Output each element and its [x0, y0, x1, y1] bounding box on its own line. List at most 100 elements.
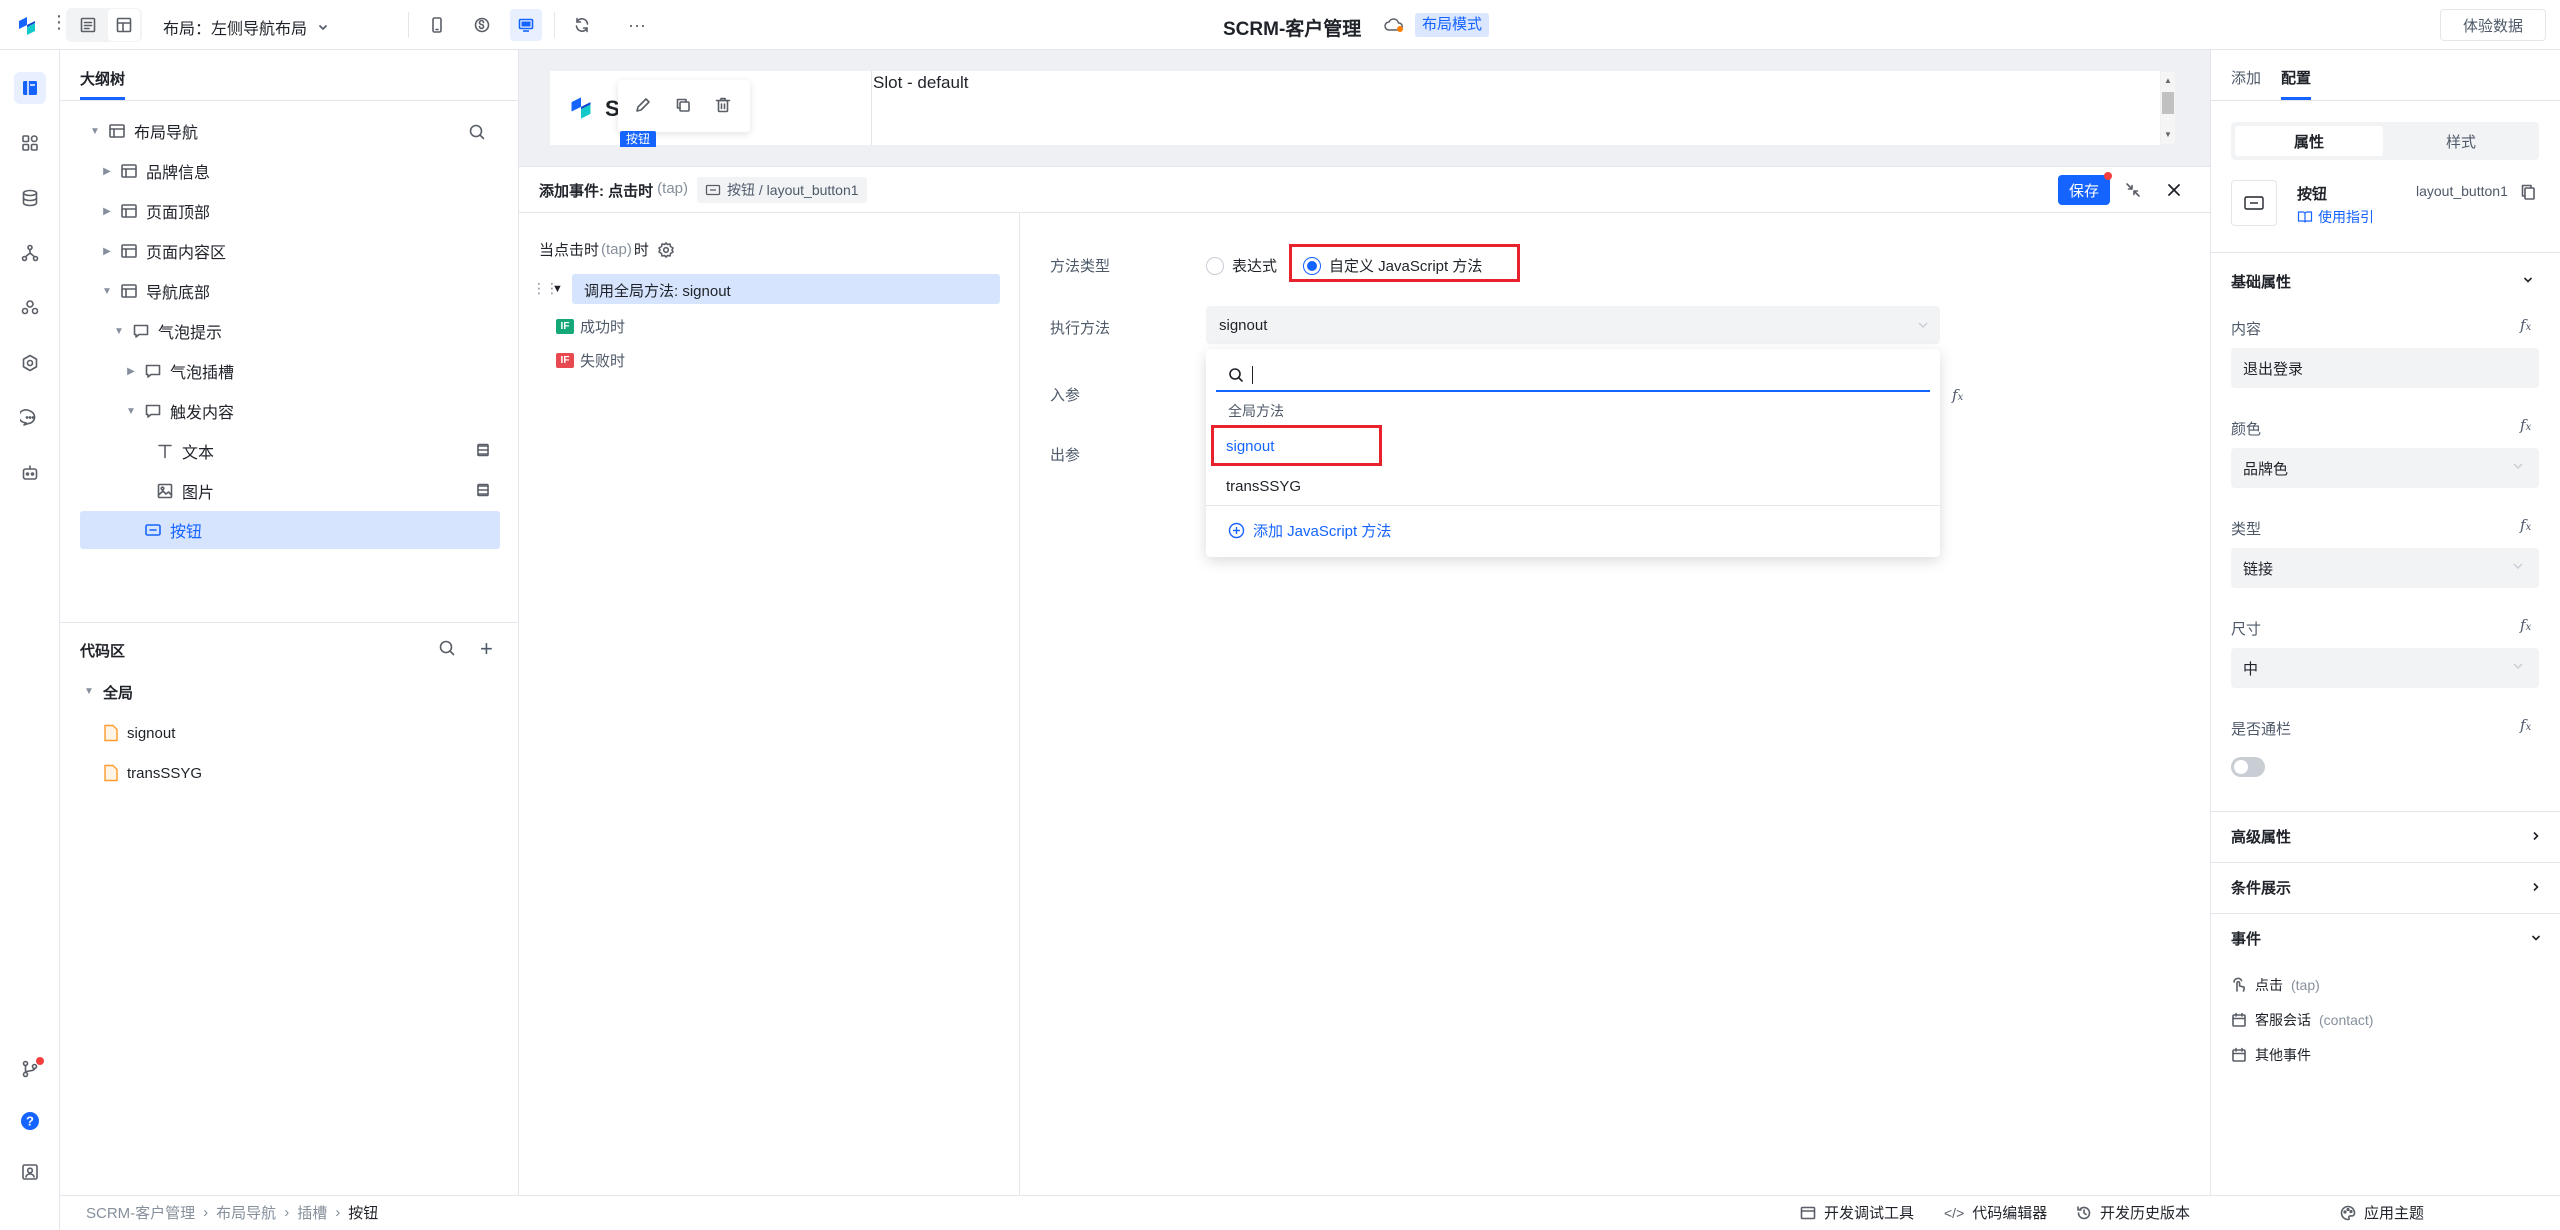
save-button[interactable]: 保存	[2058, 175, 2110, 205]
trigger-settings-icon[interactable]	[657, 241, 675, 259]
more-icon[interactable]: ···	[621, 9, 653, 41]
caret-down-icon[interactable]: ▼	[100, 284, 114, 298]
event-other[interactable]: 其他事件	[2231, 1045, 2311, 1065]
dropdown-option-transssyg[interactable]: transSSYG	[1216, 470, 1930, 502]
tree-item[interactable]: ▼ 触发内容	[80, 391, 500, 431]
dropdown-search[interactable]	[1216, 360, 1930, 392]
dev-tools-button[interactable]: 开发调试工具	[1800, 1202, 1914, 1223]
tab-config[interactable]: 配置	[2281, 67, 2311, 88]
tab-add[interactable]: 添加	[2231, 67, 2261, 88]
fx-icon[interactable]: fx	[2520, 516, 2531, 534]
type-select[interactable]: 链接	[2231, 548, 2539, 588]
layout-view-icon[interactable]	[108, 9, 140, 41]
radio-custom-js[interactable]: 自定义 JavaScript 方法	[1303, 255, 1482, 276]
layout-selector[interactable]: 布局：左侧导航布局	[163, 15, 329, 39]
success-branch[interactable]: IF 成功时	[556, 316, 625, 337]
segment-style[interactable]: 样式	[2387, 126, 2535, 156]
settings-hex-icon[interactable]	[14, 347, 46, 379]
mobile-preview-icon[interactable]	[421, 9, 453, 41]
caret-right-icon[interactable]: ▶	[100, 164, 114, 178]
condition-display-section[interactable]: 条件展示	[2210, 862, 2560, 912]
fx-icon[interactable]: fx	[2520, 716, 2531, 734]
git-branch-icon[interactable]	[14, 1053, 46, 1085]
miniapp-preview-icon[interactable]	[466, 9, 498, 41]
radio-expression[interactable]: 表达式	[1206, 255, 1277, 276]
fx-icon[interactable]: fx	[1952, 386, 1963, 404]
color-select[interactable]: 品牌色	[2231, 448, 2539, 488]
events-section[interactable]: 事件	[2210, 913, 2560, 963]
mode-badge[interactable]: 布局模式	[1415, 13, 1490, 37]
layer-handle-icon[interactable]	[476, 443, 490, 457]
code-file-transssyg[interactable]: transSSYG	[103, 764, 202, 782]
canvas-scrollbar[interactable]: ▲ ▼	[2161, 72, 2175, 144]
basic-props-title[interactable]: 基础属性	[2231, 271, 2291, 292]
tree-item[interactable]: ▼ 气泡提示	[80, 311, 500, 351]
fx-icon[interactable]: fx	[2520, 616, 2531, 634]
tree-item[interactable]: 图片	[80, 471, 500, 511]
event-contact[interactable]: 客服会话 (contact)	[2231, 1010, 2373, 1030]
fx-icon[interactable]: fx	[2520, 416, 2531, 434]
breadcrumb-item[interactable]: 布局导航	[216, 1202, 276, 1223]
full-width-toggle[interactable]	[2231, 757, 2265, 777]
collapse-icon[interactable]	[2124, 181, 2142, 199]
fx-icon[interactable]: fx	[2520, 316, 2531, 334]
caret-right-icon[interactable]: ▶	[100, 244, 114, 258]
tree-item[interactable]: ▼ 布局导航	[80, 111, 500, 151]
chat-icon[interactable]	[14, 402, 46, 434]
exec-method-select[interactable]: signout	[1206, 306, 1940, 344]
caret-right-icon[interactable]: ▶	[124, 364, 138, 378]
copy-icon[interactable]	[674, 96, 692, 114]
tree-item[interactable]: ▶ 页面内容区	[80, 231, 500, 271]
tree-item[interactable]: 文本	[80, 431, 500, 471]
event-tap[interactable]: 点击 (tap)	[2231, 975, 2320, 995]
caret-down-icon[interactable]: ▼	[88, 124, 102, 138]
code-search-icon[interactable]	[438, 639, 456, 657]
tree-item[interactable]: ▶ 气泡插槽	[80, 351, 500, 391]
chevron-down-icon[interactable]	[2522, 274, 2534, 286]
fail-branch[interactable]: IF 失败时	[556, 350, 625, 371]
code-editor-button[interactable]: </> 代码编辑器	[1944, 1202, 2047, 1223]
tree-search-icon[interactable]	[468, 123, 486, 141]
add-code-icon[interactable]: +	[480, 636, 493, 662]
pc-preview-icon[interactable]	[510, 9, 542, 41]
workflow-icon[interactable]	[14, 237, 46, 269]
caret-down-icon[interactable]: ▼	[84, 686, 94, 697]
caret-down-icon[interactable]: ▼	[124, 404, 138, 418]
code-group-global[interactable]: 全局	[103, 682, 133, 703]
caret-down-icon[interactable]: ▼	[112, 324, 126, 338]
outline-tree-icon[interactable]	[14, 72, 46, 104]
close-icon[interactable]	[2165, 181, 2183, 199]
tree-item[interactable]: ▶ 品牌信息	[80, 151, 500, 191]
refresh-icon[interactable]	[566, 9, 598, 41]
segment-props[interactable]: 属性	[2235, 126, 2383, 156]
caret-down-icon[interactable]: ▼	[552, 283, 563, 295]
caret-right-icon[interactable]: ▶	[100, 204, 114, 218]
user-card-icon[interactable]	[14, 1156, 46, 1188]
history-button[interactable]: 开发历史版本	[2076, 1202, 2190, 1223]
robot-icon[interactable]	[14, 457, 46, 489]
outline-view-icon[interactable]	[72, 9, 104, 41]
help-icon[interactable]: ?	[14, 1105, 46, 1137]
edit-icon[interactable]	[634, 96, 652, 114]
usage-guide-link[interactable]: 使用指引	[2297, 207, 2374, 227]
breadcrumb-item[interactable]: SCRM-客户管理	[86, 1202, 195, 1223]
add-js-method-button[interactable]: 添加 JavaScript 方法	[1228, 520, 1391, 541]
outline-tree-tab[interactable]: 大纲树	[80, 68, 125, 89]
content-input[interactable]: 退出登录	[2231, 348, 2539, 388]
components-icon[interactable]	[14, 127, 46, 159]
theme-button[interactable]: 应用主题	[2340, 1202, 2424, 1223]
code-file-signout[interactable]: signout	[103, 724, 175, 742]
copy-id-icon[interactable]	[2520, 183, 2536, 201]
advanced-props-section[interactable]: 高级属性	[2210, 811, 2560, 861]
database-icon[interactable]	[14, 182, 46, 214]
tree-item[interactable]: ▼ 导航底部	[80, 271, 500, 311]
tree-item[interactable]: 按钮	[80, 511, 500, 549]
layer-handle-icon[interactable]	[476, 483, 490, 497]
size-select[interactable]: 中	[2231, 648, 2539, 688]
delete-icon[interactable]	[714, 96, 732, 114]
breadcrumb-item[interactable]: 插槽	[297, 1202, 327, 1223]
experience-data-button[interactable]: 体验数据	[2440, 9, 2546, 41]
tree-item[interactable]: ▶ 页面顶部	[80, 191, 500, 231]
breadcrumb-item[interactable]: 按钮	[348, 1202, 378, 1223]
users-icon[interactable]	[14, 292, 46, 324]
